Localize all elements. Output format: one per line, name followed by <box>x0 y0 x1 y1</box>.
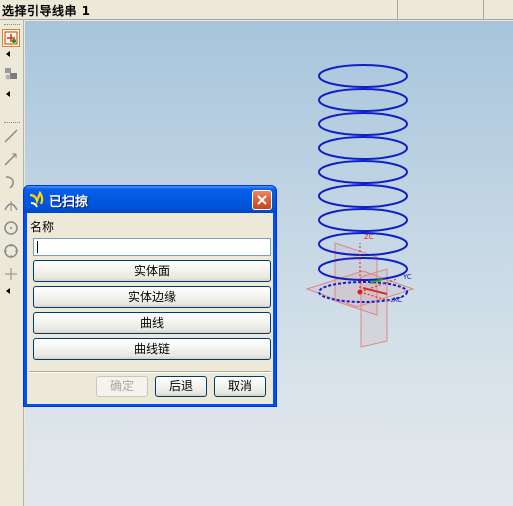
toolbar-expand-arrow-icon[interactable] <box>6 288 10 294</box>
hook-curve-icon[interactable] <box>2 173 20 191</box>
status-field <box>483 0 513 19</box>
cue-line: 选择引导线串 1 <box>0 0 513 20</box>
line-icon[interactable] <box>2 127 20 145</box>
dialog-titlebar[interactable]: 已扫掠 <box>24 186 276 213</box>
curve-chain-button[interactable]: 曲线链 <box>33 338 271 360</box>
point-plus-icon[interactable] <box>2 265 20 283</box>
wcs-yc-label: YC <box>403 273 412 281</box>
name-label: 名称 <box>30 220 55 234</box>
toolbar-grip[interactable] <box>4 24 20 26</box>
name-input[interactable] <box>33 238 271 256</box>
circle-tangent-icon[interactable] <box>2 242 20 260</box>
line-arrow-icon[interactable] <box>2 150 20 168</box>
ok-button[interactable]: 确定 <box>96 376 148 397</box>
curve-button[interactable]: 曲线 <box>33 312 271 334</box>
app-logo-icon <box>28 190 46 209</box>
toolbar-grip[interactable] <box>4 122 20 124</box>
arc-icon[interactable] <box>2 196 20 214</box>
toolbar-expand-arrow-icon[interactable] <box>6 91 10 97</box>
circle-icon[interactable] <box>2 219 20 237</box>
divider <box>29 371 271 373</box>
dialog-title: 已扫掠 <box>49 195 89 210</box>
select-crosshair-icon[interactable] <box>2 29 20 47</box>
status-field <box>397 0 481 19</box>
toolbar-expand-arrow-icon[interactable] <box>6 51 10 57</box>
swept-dialog: 已扫掠 名称 实体面 实体边缘 曲线 曲线链 确定 后退 取消 <box>23 185 277 407</box>
wcs-zc-label: ZC <box>364 233 374 241</box>
dialog-body: 名称 实体面 实体边缘 曲线 曲线链 确定 后退 取消 <box>27 213 273 404</box>
left-toolbar <box>0 20 24 506</box>
solid-face-button[interactable]: 实体面 <box>33 260 271 282</box>
text-caret <box>37 241 38 253</box>
wcs-xc-label: XC <box>393 296 403 304</box>
back-button[interactable]: 后退 <box>155 376 207 397</box>
view-shapes-icon[interactable] <box>2 65 20 83</box>
cancel-button[interactable]: 取消 <box>214 376 266 397</box>
close-icon <box>257 195 267 205</box>
cue-prompt: 选择引导线串 1 <box>2 4 91 18</box>
solid-edge-button[interactable]: 实体边缘 <box>33 286 271 308</box>
close-button[interactable] <box>252 190 272 210</box>
